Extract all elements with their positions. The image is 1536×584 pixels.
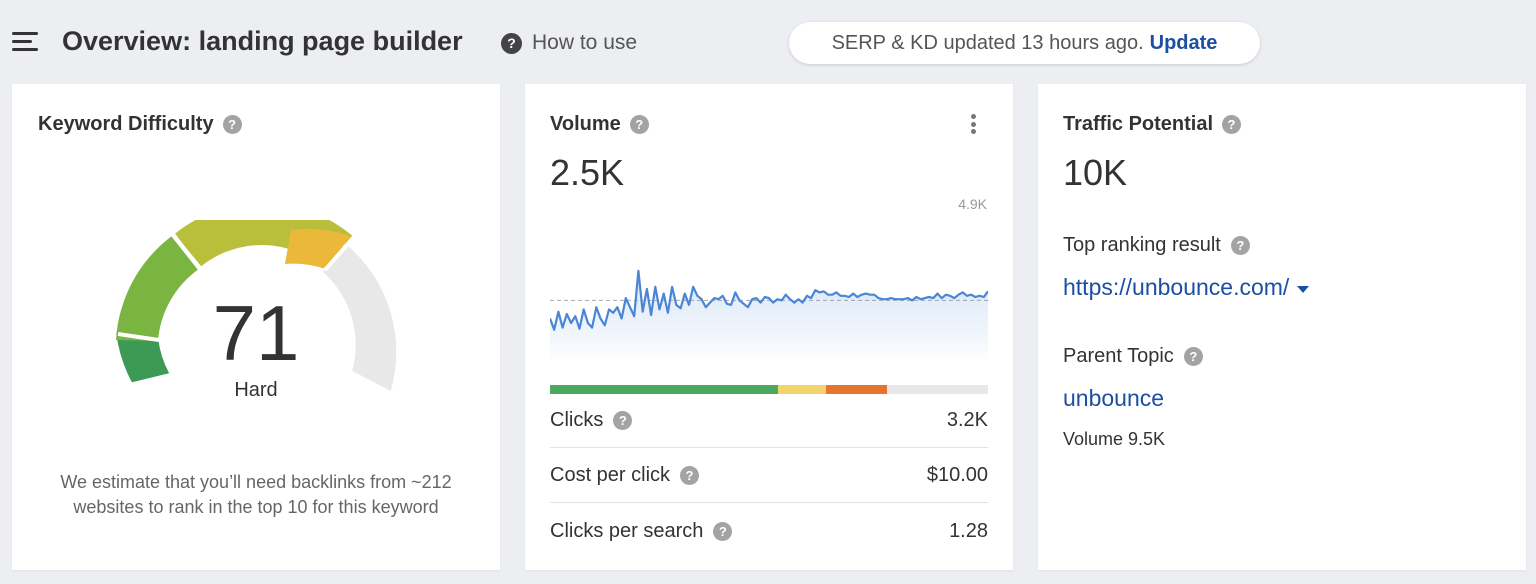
organic-clicks-segment [550, 385, 778, 394]
kd-card-title: Keyword Difficulty ? [38, 113, 242, 136]
page-title: Overview: landing page builder [62, 26, 463, 56]
parent-topic-link[interactable]: unbounce [1063, 385, 1164, 412]
volume-card: Volume ? 2.5K 4.9K Clicks? 3.2K Cost per… [525, 84, 1013, 570]
parent-topic-volume: Volume 9.5K [1063, 429, 1166, 449]
volume-title-label: Volume [550, 113, 621, 135]
clicks-per-search-value: 1.28 [949, 519, 988, 542]
cpc-row: Cost per click? $10.00 [550, 449, 988, 503]
cpc-help-icon[interactable]: ? [680, 466, 700, 485]
header-bar: Overview: landing page builder ? How to … [0, 0, 1536, 84]
top-ranking-label: Top ranking result ? [1063, 234, 1250, 257]
question-icon: ? [501, 32, 522, 54]
cpc-value: $10.00 [926, 464, 988, 486]
parent-topic-label: Parent Topic ? [1063, 345, 1203, 368]
more-options-icon[interactable] [965, 112, 981, 136]
parent-topic-help-icon[interactable]: ? [1183, 347, 1203, 366]
traffic-value: 10K [1063, 152, 1128, 193]
kd-level-label: Hard [234, 379, 278, 401]
how-to-use-label: How to use [532, 31, 638, 54]
kd-description: We estimate that you’ll need backlinks f… [60, 472, 452, 517]
traffic-help-icon[interactable]: ? [1222, 115, 1242, 134]
clicks-per-search-row: Clicks per search? 1.28 [550, 504, 988, 558]
traffic-card-title: Traffic Potential ? [1063, 113, 1242, 136]
paid-clicks-segment [825, 385, 888, 394]
update-button[interactable]: Update [1150, 32, 1218, 55]
hamburger-menu-icon[interactable] [12, 32, 38, 52]
kd-score: 71 [212, 289, 300, 377]
volume-value: 2.5K [550, 152, 625, 193]
traffic-title-label: Traffic Potential [1063, 113, 1214, 135]
top-ranking-url: https://unbounce.com/ [1063, 274, 1290, 300]
clicks-row: Clicks? 3.2K [550, 394, 988, 448]
top-ranking-url-link[interactable]: https://unbounce.com/ [1063, 274, 1310, 301]
clicks-help-icon[interactable]: ? [613, 411, 633, 430]
volume-area [550, 270, 988, 359]
serp-update-status: SERP & KD updated 13 hours ago. Update [789, 22, 1260, 64]
mixed-clicks-segment [777, 385, 826, 394]
traffic-potential-card: Traffic Potential ? 10K Top ranking resu… [1038, 84, 1526, 570]
top-ranking-text: Top ranking result [1063, 234, 1221, 256]
kd-help-icon[interactable]: ? [222, 115, 242, 134]
parent-topic-text: Parent Topic [1063, 345, 1174, 367]
clicks-per-search-label: Clicks per search [550, 519, 704, 542]
clicks-distribution-bar [550, 385, 988, 394]
keyword-difficulty-card: Keyword Difficulty ? 71 Hard We estimate… [12, 84, 500, 570]
cpc-label: Cost per click [550, 464, 671, 486]
clicks-value: 3.2K [946, 409, 988, 431]
kd-title-label: Keyword Difficulty [38, 113, 214, 135]
no-clicks-segment [887, 385, 988, 394]
serp-status-text: SERP & KD updated 13 hours ago. [831, 31, 1144, 54]
volume-help-icon[interactable]: ? [629, 115, 649, 134]
volume-card-title: Volume ? [550, 113, 649, 136]
volume-trend-chart [550, 269, 988, 359]
chart-max-label: 4.9K [958, 196, 987, 212]
top-ranking-help-icon[interactable]: ? [1230, 236, 1250, 255]
clicks-per-search-help-icon[interactable]: ? [713, 521, 733, 541]
caret-down-icon[interactable] [1297, 286, 1310, 293]
clicks-label: Clicks [550, 409, 604, 431]
how-to-use-link[interactable]: ? How to use [501, 31, 637, 55]
